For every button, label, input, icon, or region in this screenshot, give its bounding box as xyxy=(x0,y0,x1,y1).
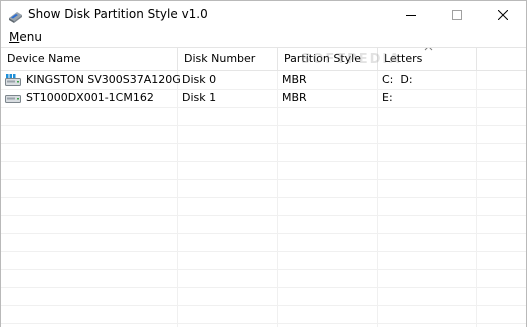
close-icon xyxy=(498,10,508,20)
grid-line xyxy=(1,197,526,198)
list-header: Device Name Disk Number Partition Style … xyxy=(1,48,526,71)
grid-line xyxy=(1,269,526,270)
menu-item-menu[interactable]: Menu xyxy=(9,30,42,44)
grid-line xyxy=(1,161,526,162)
menu-access-key: M xyxy=(9,30,20,44)
disk-number-cell: Disk 0 xyxy=(182,73,217,86)
close-button[interactable] xyxy=(480,1,526,30)
column-header-device-name[interactable]: Device Name xyxy=(1,48,178,70)
column-header-disk-number[interactable]: Disk Number xyxy=(178,48,278,70)
grid-line xyxy=(1,251,526,252)
grid-line xyxy=(476,71,477,327)
maximize-button[interactable] xyxy=(434,1,480,30)
device-name-cell: ST1000DX001-1CM162 xyxy=(26,91,154,104)
app-disk-icon xyxy=(7,8,23,24)
menu-bar: Menu xyxy=(1,30,526,47)
title-bar[interactable]: Show Disk Partition Style v1.0 xyxy=(1,1,526,30)
grid-line xyxy=(277,71,278,327)
sort-ascending-icon xyxy=(424,48,433,51)
grid-line xyxy=(377,71,378,327)
grid-line xyxy=(1,179,526,180)
minimize-icon xyxy=(406,15,416,16)
table-row[interactable]: KINGSTON SV300S37A120G Disk 0 MBR C: D: xyxy=(1,71,526,89)
watermark: SOFTPEDIA xyxy=(301,52,402,67)
grid-line xyxy=(1,287,526,288)
grid-line xyxy=(1,233,526,234)
grid-line xyxy=(1,323,526,324)
table-row[interactable]: ST1000DX001-1CM162 Disk 1 MBR E: xyxy=(1,89,526,107)
menu-label-rest: enu xyxy=(19,30,42,44)
letters-cell: C: D: xyxy=(382,73,413,86)
disk-list[interactable]: Device Name Disk Number Partition Style … xyxy=(1,47,526,327)
partition-style-cell: MBR xyxy=(282,91,307,104)
disk-number-cell: Disk 1 xyxy=(182,91,217,104)
list-body: KINGSTON SV300S37A120G Disk 0 MBR C: D: … xyxy=(1,71,526,327)
ssd-drive-icon xyxy=(5,74,21,86)
grid-line xyxy=(1,215,526,216)
grid-line xyxy=(1,305,526,306)
hard-drive-icon xyxy=(5,95,21,103)
grid-line xyxy=(1,143,526,144)
device-name-cell: KINGSTON SV300S37A120G xyxy=(26,73,181,86)
grid-line xyxy=(1,125,526,126)
grid-line xyxy=(1,107,526,108)
window-title: Show Disk Partition Style v1.0 xyxy=(28,7,208,21)
maximize-icon xyxy=(452,10,462,20)
minimize-button[interactable] xyxy=(388,1,434,30)
letters-cell: E: xyxy=(382,91,393,104)
grid-line xyxy=(177,71,178,327)
partition-style-cell: MBR xyxy=(282,73,307,86)
app-window: Show Disk Partition Style v1.0 Menu Devi… xyxy=(0,0,527,327)
